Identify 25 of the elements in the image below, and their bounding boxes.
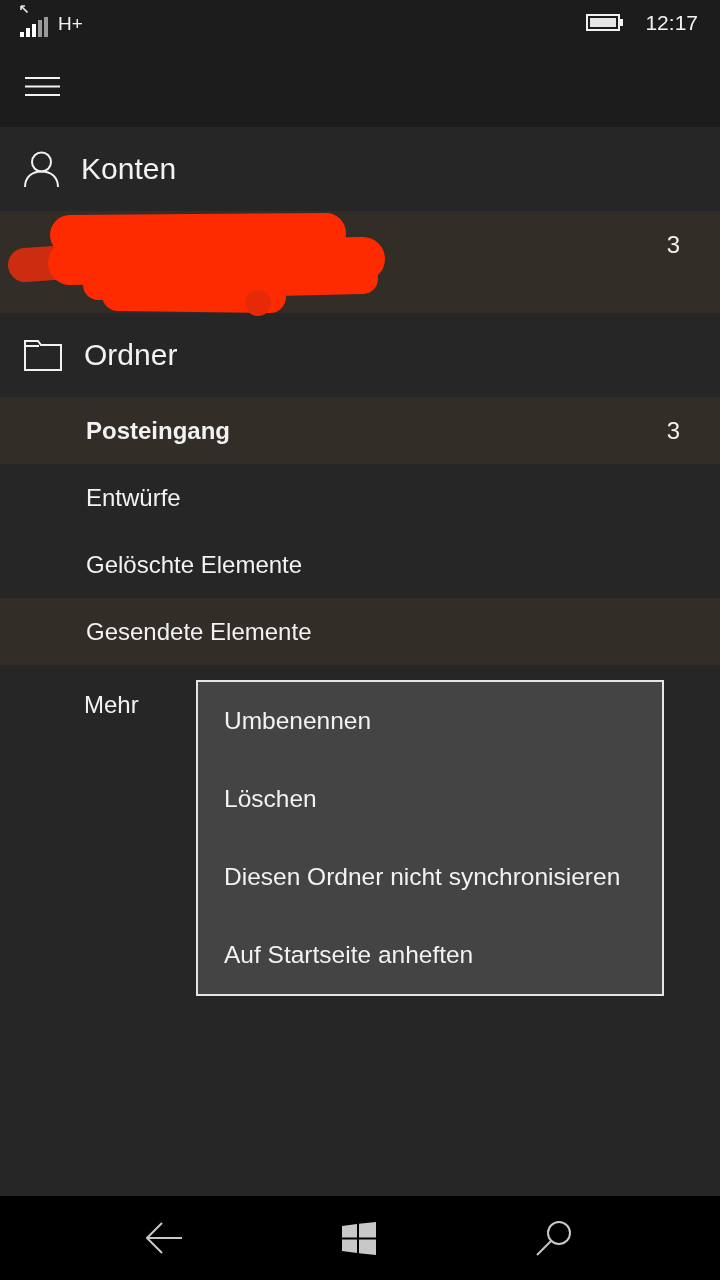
back-icon[interactable] (146, 1222, 182, 1254)
section-title: Ordner (84, 338, 178, 372)
folder-item[interactable]: Gelöschte Elemente (0, 531, 720, 598)
more-link[interactable]: Mehr (84, 691, 139, 719)
account-item[interactable]: 3 (0, 211, 720, 313)
signal-icon (20, 16, 48, 37)
search-icon[interactable] (536, 1220, 572, 1256)
folder-icon (24, 339, 62, 371)
unread-count: 3 (666, 416, 680, 445)
folder-item[interactable]: Posteingang 3 (0, 397, 720, 464)
windows-logo-icon[interactable] (342, 1221, 376, 1255)
section-title: Konten (81, 152, 177, 186)
clock-time: 12:17 (645, 10, 698, 35)
menu-item[interactable]: Löschen (198, 760, 662, 838)
menu-item[interactable]: Umbenennen (198, 682, 662, 760)
person-icon (24, 150, 59, 188)
battery-icon (586, 14, 624, 31)
menu-item[interactable]: Auf Startseite anheften (198, 916, 662, 994)
network-type: H+ (58, 12, 83, 35)
menu-icon[interactable] (25, 76, 60, 96)
folder-item[interactable]: Entwürfe (0, 464, 720, 531)
menu-item[interactable]: Diesen Ordner nicht synchronisieren (198, 838, 662, 916)
folder-item[interactable]: Gesendete Elemente (0, 598, 720, 665)
arrow-icon (20, 5, 28, 13)
unread-count: 3 (666, 231, 680, 260)
